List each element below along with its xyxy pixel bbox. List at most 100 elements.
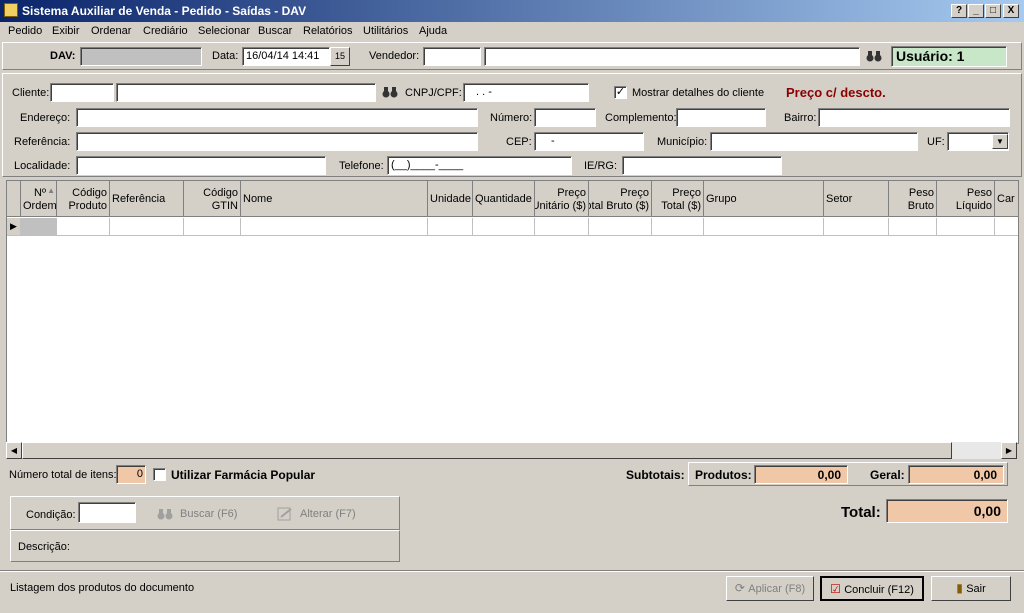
municipio-field[interactable] (710, 132, 918, 151)
binoculars-icon[interactable] (866, 50, 882, 62)
dav-label: DAV: (50, 50, 76, 62)
ie-rg-label: IE/RG: (584, 160, 618, 172)
help-button[interactable]: ? (951, 4, 967, 18)
sair-button[interactable]: ▮ Sair (931, 576, 1011, 601)
endereco-field[interactable] (76, 108, 478, 127)
cep-field[interactable]: - (534, 132, 644, 151)
col-header-referencia[interactable]: Referência (110, 181, 184, 217)
minimize-button[interactable]: _ (968, 4, 984, 18)
cliente-name-field[interactable] (116, 83, 376, 102)
menu-exibir[interactable]: Exibir (52, 25, 80, 37)
cnpj-field[interactable]: . . - (463, 83, 589, 102)
grid-cell[interactable] (704, 218, 824, 236)
scroll-right-icon[interactable]: ▶ (1001, 442, 1017, 459)
total-label: Total: (841, 504, 881, 521)
maximize-button[interactable]: □ (985, 4, 1001, 18)
grid-cell[interactable] (824, 218, 889, 236)
data-field[interactable]: 16/04/14 14:41 (242, 47, 330, 66)
horizontal-scrollbar[interactable]: ◀ ▶ (6, 442, 1017, 459)
grid-cell[interactable] (241, 218, 428, 236)
numero-label: Número: (490, 112, 533, 124)
calendar-icon[interactable]: 15 (330, 47, 350, 66)
col-header-peso-liquido[interactable]: Peso Líquido (937, 181, 995, 217)
dav-field (80, 47, 202, 66)
col-header-car[interactable]: Car (995, 181, 1018, 217)
cnpj-label: CNPJ/CPF: (405, 87, 462, 99)
bairro-field[interactable] (818, 108, 1010, 127)
table-row[interactable] (21, 218, 57, 236)
col-header-preco-total-bruto[interactable]: PreçoTotal Bruto ($) (589, 181, 652, 217)
total-value: 0,00 (886, 499, 1008, 523)
buscar-button[interactable]: Buscar (F6) (154, 505, 238, 523)
binoculars-icon (157, 509, 173, 520)
concluir-button[interactable]: ☑ Concluir (F12) (820, 576, 924, 601)
menu-buscar[interactable]: Buscar (258, 25, 292, 37)
chevron-down-icon[interactable]: ▼ (992, 134, 1008, 149)
scroll-left-icon[interactable]: ◀ (6, 442, 22, 459)
products-grid[interactable]: Nº Ordem ▲ Código Produto Referência Código… (6, 180, 1019, 444)
grid-cell[interactable] (535, 218, 589, 236)
menu-pedido[interactable]: Pedido (8, 25, 42, 37)
grid-cell[interactable] (589, 218, 652, 236)
vendedor-name-field[interactable] (484, 47, 860, 66)
geral-value: 0,00 (908, 465, 1004, 484)
col-header-setor[interactable]: Setor (824, 181, 889, 217)
ie-rg-field[interactable] (622, 156, 782, 175)
farmacia-popular-checkbox[interactable] (153, 468, 166, 481)
grid-cell[interactable] (184, 218, 241, 236)
menu-relatorios[interactable]: Relatórios (303, 25, 353, 37)
close-button[interactable]: X (1003, 4, 1019, 18)
grid-cell[interactable] (652, 218, 704, 236)
apply-icon: ⟳ (734, 581, 749, 595)
telefone-field[interactable]: (__)____-____ (387, 156, 572, 175)
numero-field[interactable] (534, 108, 596, 127)
col-header-codigo-gtin[interactable]: Código GTIN (184, 181, 241, 217)
vendedor-code-field[interactable] (423, 47, 481, 66)
referencia-field[interactable] (76, 132, 478, 151)
menu-crediario[interactable]: Crediário (143, 25, 188, 37)
condicao-field[interactable] (78, 502, 136, 523)
aplicar-button[interactable]: ⟳ Aplicar (F8) (726, 576, 814, 601)
cliente-code-field[interactable] (50, 83, 114, 102)
cliente-label: Cliente: (12, 87, 50, 99)
menu-ordenar[interactable]: Ordenar (91, 25, 131, 37)
col-header-preco-total[interactable]: Preço Total ($) (652, 181, 704, 217)
mostrar-detalhes-checkbox[interactable]: ✓ (614, 86, 627, 99)
col-header-quantidade[interactable]: Quantidade (473, 181, 535, 217)
status-text: Listagem dos produtos do documento (10, 582, 195, 594)
footer-divider (0, 571, 1024, 572)
menu-utilitarios[interactable]: Utilitários (363, 25, 408, 37)
grid-cell[interactable] (57, 218, 110, 236)
menu-ajuda[interactable]: Ajuda (419, 25, 447, 37)
col-header-nome[interactable]: Nome (241, 181, 428, 217)
col-header-grupo[interactable]: Grupo (704, 181, 824, 217)
col-header-codigo-produto[interactable]: Código Produto (57, 181, 110, 217)
localidade-field[interactable] (76, 156, 326, 175)
bairro-label: Bairro: (784, 112, 817, 124)
binoculars-icon[interactable] (382, 86, 398, 98)
col-header-unidade[interactable]: Unidade (428, 181, 473, 217)
grid-cell[interactable] (428, 218, 473, 236)
grid-cell[interactable] (937, 218, 995, 236)
scrollbar-thumb[interactable] (22, 442, 952, 459)
col-header-preco-unitario[interactable]: Preço Unitário ($) (535, 181, 589, 217)
subtotais-label: Subtotais: (626, 468, 685, 482)
produtos-label: Produtos: (695, 468, 752, 482)
complemento-field[interactable] (676, 108, 766, 127)
alterar-button[interactable]: Alterar (F7) (274, 505, 360, 523)
cep-label: CEP: (506, 136, 532, 148)
menu-selecionar[interactable]: Selecionar (198, 25, 250, 37)
grid-cell[interactable] (889, 218, 937, 236)
num-itens-label: Número total de itens: (9, 469, 117, 481)
edit-icon (277, 507, 292, 521)
grid-cell[interactable] (110, 218, 184, 236)
usuario-display: Usuário: 1 (891, 46, 1007, 67)
app-icon (4, 3, 18, 17)
sort-icon: ▲ (47, 186, 55, 195)
col-header-ordem[interactable]: Nº Ordem ▲ (21, 181, 57, 217)
title-bar: Sistema Auxiliar de Venda - Pedido - Saí… (0, 0, 1024, 22)
col-header-peso-bruto[interactable]: Peso Bruto (889, 181, 937, 217)
farmacia-popular-label: Utilizar Farmácia Popular (171, 468, 316, 482)
grid-cell[interactable] (473, 218, 535, 236)
grid-cell[interactable] (995, 218, 1018, 236)
